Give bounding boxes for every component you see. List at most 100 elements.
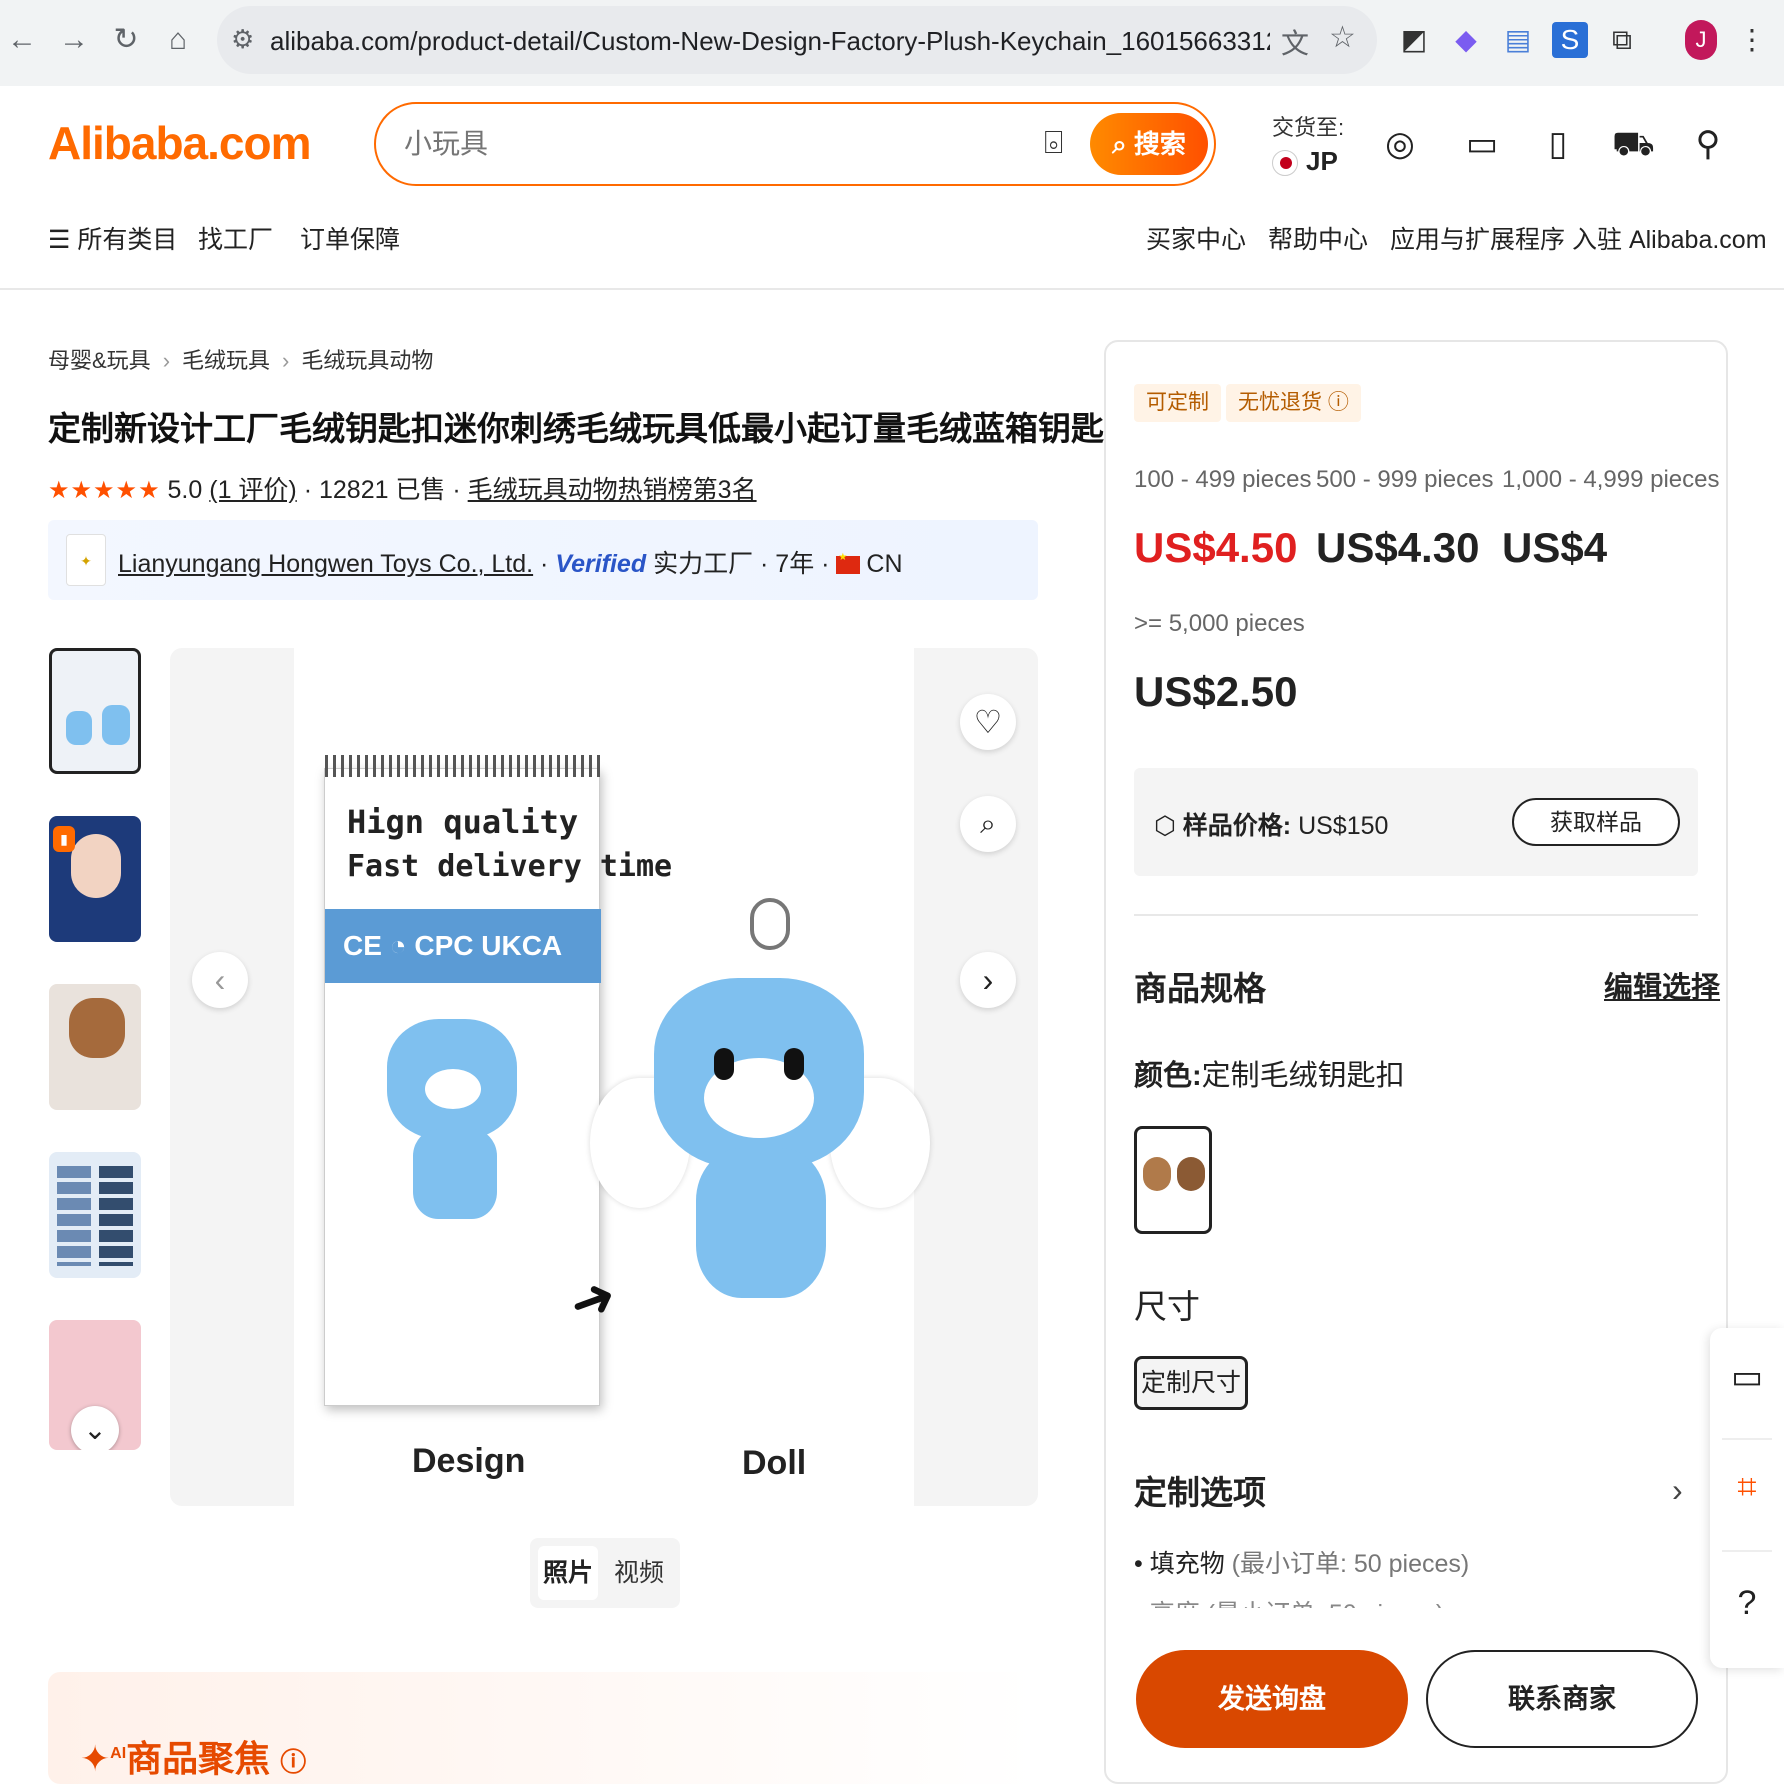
supplier-name-link[interactable]: Lianyungang Hongwen Toys Co., Ltd. <box>118 550 533 578</box>
color-label: 颜色: <box>1134 1060 1202 1092</box>
breadcrumb-item[interactable]: 母婴&玩具 <box>48 348 151 373</box>
verified-badge[interactable]: Verified <box>555 550 646 578</box>
deliver-to-label[interactable]: 交货至: <box>1272 110 1344 142</box>
help-center-link[interactable]: 帮助中心 <box>1268 220 1368 256</box>
custom-option-name: 高度 (最小订单: 50 pieces) <box>1150 1600 1445 1608</box>
breadcrumb: 母婴&玩具 › 毛绒玩具 › 毛绒玩具动物 <box>48 343 433 375</box>
account-icon[interactable]: ⚲ <box>1688 124 1728 164</box>
custom-option-name: 填充物 <box>1149 1550 1225 1578</box>
chat-icon[interactable]: ▭ <box>1726 1356 1768 1398</box>
divider <box>1722 1438 1772 1440</box>
tier-price: US$4 <box>1502 524 1608 571</box>
ranking-link[interactable]: 毛绒玩具动物热销榜第3名 <box>468 476 757 504</box>
sample-label: 样品价格: <box>1182 812 1292 840</box>
main-product-image[interactable]: Hign quality Fast delivery time CE ◔ CPC… <box>170 648 1038 1506</box>
thumbnail-grid <box>99 1166 133 1266</box>
send-inquiry-button[interactable]: 发送询盘 <box>1136 1650 1408 1748</box>
extension-icon[interactable]: ◩ <box>1396 22 1432 58</box>
purchase-panel: 可定制 无忧退货 ⓘ 100 - 499 pieces US$4.50 500 … <box>1104 340 1728 1784</box>
orders-icon[interactable]: ▯ <box>1538 124 1578 164</box>
color-option-swatch[interactable] <box>1134 1126 1212 1234</box>
sample-price-box: ⬡ 样品价格: US$150 获取样品 <box>1134 768 1698 876</box>
tab-video[interactable]: 视频 <box>604 1546 674 1600</box>
bookmark-star-icon[interactable]: ☆ <box>1329 20 1356 55</box>
thumbnail[interactable]: ▮ <box>49 816 141 942</box>
home-icon[interactable]: ⌂ <box>158 20 198 60</box>
heart-icon[interactable]: ♡ <box>960 694 1016 750</box>
chevron-right-icon[interactable]: › <box>1672 1472 1683 1509</box>
tier-quantity: 500 - 999 pieces <box>1316 466 1494 493</box>
thumbnail-cat-figure <box>66 711 92 745</box>
order-protection-link[interactable]: 订单保障 <box>300 220 400 256</box>
thumbnail[interactable] <box>49 984 141 1110</box>
alibaba-logo[interactable]: Alibaba.com <box>48 116 312 170</box>
custom-option-item: • 高度 (最小订单: 50 pieces) <box>1134 1594 1444 1608</box>
edit-selection-link[interactable]: 编辑选择 <box>1604 964 1720 1006</box>
custom-options-title[interactable]: 定制选项 <box>1134 1466 1266 1514</box>
supplier-logo[interactable]: ✦ <box>66 534 106 586</box>
document-extension-icon[interactable]: ▤ <box>1500 22 1536 58</box>
image-search-icon[interactable]: ⌕ <box>960 796 1016 852</box>
buyer-center-link[interactable]: 买家中心 <box>1146 220 1246 256</box>
site-info-icon[interactable]: ⚙ <box>231 24 254 55</box>
floating-toolbar: ▭ ⌗ ? <box>1710 1328 1784 1668</box>
supplier-years: 7年 <box>775 550 815 578</box>
help-icon[interactable]: ? <box>1726 1582 1768 1624</box>
url-text[interactable]: alibaba.com/product-detail/Custom-New-De… <box>270 26 1270 57</box>
divider <box>0 288 1784 290</box>
design-caption: Design <box>412 1442 526 1480</box>
easy-return-tag[interactable]: 无忧退货 ⓘ <box>1226 384 1361 422</box>
forward-icon[interactable]: → <box>54 20 94 60</box>
cart-icon[interactable]: ⛟ <box>1612 124 1655 164</box>
get-sample-button[interactable]: 获取样品 <box>1512 798 1680 846</box>
globe-icon[interactable]: ◎ <box>1380 124 1420 164</box>
tier-price: US$2.50 <box>1134 668 1298 715</box>
breadcrumb-item[interactable]: 毛绒玩具 <box>182 348 270 373</box>
ai-focus-label: 商品聚焦 <box>126 1738 271 1779</box>
search-button[interactable]: ⌕ 搜索 <box>1090 113 1208 175</box>
size-option-chip[interactable]: 定制尺寸 <box>1134 1356 1248 1410</box>
extension-s-icon[interactable]: S <box>1552 22 1588 58</box>
menu-icon[interactable]: ⋮ <box>1734 22 1770 58</box>
chevron-right-icon: › <box>282 348 290 373</box>
search-input[interactable] <box>404 126 1004 162</box>
info-icon[interactable]: ⓘ <box>280 1747 306 1777</box>
bear-thumb <box>1143 1157 1171 1191</box>
sparkle-icon: ✦ <box>80 1738 111 1779</box>
address-bar[interactable]: ⚙ alibaba.com/product-detail/Custom-New-… <box>217 6 1377 74</box>
tab-photo[interactable]: 照片 <box>538 1546 598 1600</box>
doll-body <box>696 1148 826 1298</box>
doll-eye <box>714 1048 734 1080</box>
all-categories-link[interactable]: ☰ 所有类目 <box>48 220 177 256</box>
breadcrumb-item[interactable]: 毛绒玩具动物 <box>301 348 433 373</box>
message-icon[interactable]: ▭ <box>1462 124 1502 164</box>
tier-price: US$4.50 <box>1134 524 1298 571</box>
deliver-country[interactable]: JP <box>1272 146 1338 177</box>
factory-label: 实力工厂 <box>653 550 754 578</box>
find-factory-link[interactable]: 找工厂 <box>198 220 273 256</box>
puzzle-icon[interactable]: ⧉ <box>1604 22 1640 58</box>
bear-thumb <box>1177 1157 1205 1191</box>
spec-title: 商品规格 <box>1134 970 1266 1007</box>
custom-option-item: • 填充物 (最小订单: 50 pieces) <box>1134 1550 1470 1578</box>
chevron-right-icon[interactable]: › <box>960 952 1016 1008</box>
back-icon[interactable]: ← <box>2 20 42 60</box>
ai-scan-icon[interactable]: ⌗ <box>1726 1466 1768 1508</box>
profile-avatar[interactable]: J <box>1685 20 1717 60</box>
package-icon: ⬡ <box>1154 812 1176 840</box>
thumbnail[interactable] <box>49 1152 141 1278</box>
thumbnail[interactable] <box>49 648 141 774</box>
thumbnail-person <box>71 834 121 898</box>
reviews-link[interactable]: (1 评价) <box>209 476 297 504</box>
notebook-line2: Fast delivery time <box>347 849 673 884</box>
thumbnail[interactable]: ⌄ <box>49 1320 141 1450</box>
join-alibaba-link[interactable]: 入驻 Alibaba.com <box>1572 220 1767 256</box>
chevron-left-icon[interactable]: ‹ <box>192 952 248 1008</box>
extension-icon[interactable]: ◆ <box>1448 22 1484 58</box>
contact-supplier-button[interactable]: 联系商家 <box>1426 1650 1698 1748</box>
reload-icon[interactable]: ↻ <box>106 20 146 60</box>
apps-link[interactable]: 应用与扩展程序 <box>1390 220 1565 256</box>
chevron-down-icon[interactable]: ⌄ <box>71 1406 119 1450</box>
camera-search-icon[interactable]: ⌻ <box>1044 124 1063 162</box>
translate-icon[interactable]: 文 <box>1281 22 1309 62</box>
